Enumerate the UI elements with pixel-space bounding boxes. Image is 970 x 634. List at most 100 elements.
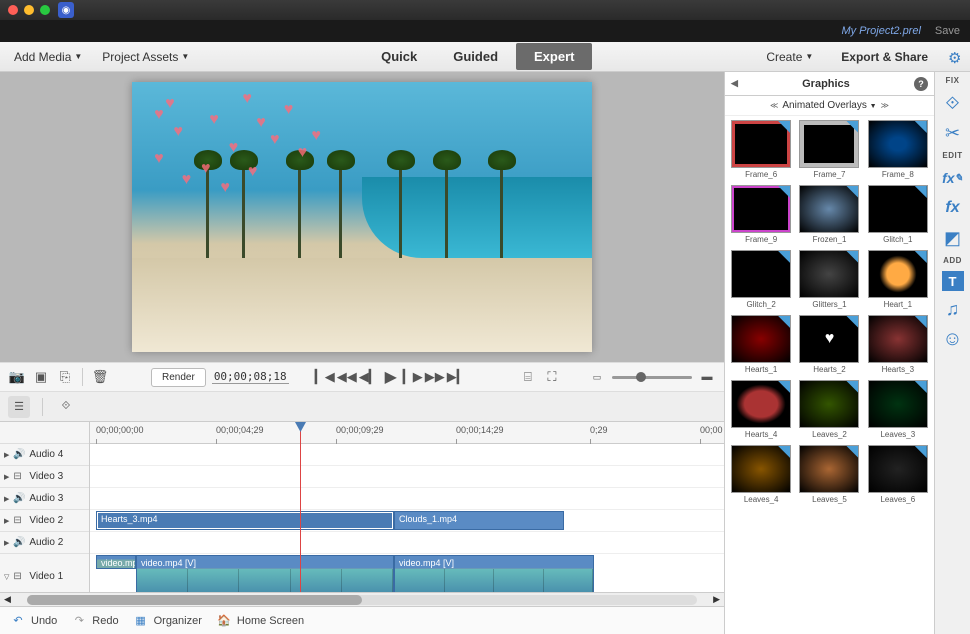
rewind-icon[interactable]: ◀◀ [338, 368, 356, 386]
clip-video-v2[interactable]: video.mp4 [V] [394, 555, 594, 592]
gear-icon[interactable]: ⚙ [948, 49, 964, 65]
go-end-icon[interactable]: ▶▎ [448, 368, 466, 386]
maximize-icon[interactable] [40, 5, 50, 15]
track-video2[interactable]: ▶⊟Video 2 [0, 510, 89, 532]
mode-expert[interactable]: Expert [516, 43, 592, 70]
ffwd-icon[interactable]: ▶▶ [426, 368, 444, 386]
minimize-icon[interactable] [24, 5, 34, 15]
gfx-item-frame_6[interactable]: Frame_6 [729, 120, 793, 183]
gfx-item-frame_9[interactable]: Frame_9 [729, 185, 793, 248]
titles-icon[interactable]: T [942, 271, 964, 291]
cat-prev-icon[interactable]: ≪ [770, 101, 778, 110]
marker-icon[interactable]: ▣ [32, 368, 50, 386]
playhead[interactable] [300, 422, 301, 592]
render-button[interactable]: Render [151, 368, 206, 387]
gfx-thumb [868, 380, 928, 428]
play-icon[interactable]: ▶ [382, 368, 400, 386]
clip-hearts[interactable]: Hearts_3.mp4 [96, 511, 394, 530]
transitions-icon[interactable]: ◩ [941, 226, 965, 250]
tools-icon[interactable]: ✂ [941, 121, 965, 145]
clip-video-a[interactable]: video.mp4 [ [96, 555, 136, 569]
home-screen-button[interactable]: 🏠Home Screen [216, 613, 304, 629]
row-audio2[interactable] [90, 532, 724, 554]
gfx-item-glitch_2[interactable]: Glitch_2 [729, 250, 793, 313]
step-fwd-icon[interactable]: ▎▶ [404, 368, 422, 386]
save-button[interactable]: Save [935, 25, 960, 37]
undo-icon: ↶ [10, 613, 26, 629]
gfx-item-leaves_5[interactable]: Leaves_5 [797, 445, 861, 508]
gfx-item-leaves_6[interactable]: Leaves_6 [866, 445, 930, 508]
organizer-button[interactable]: ▦Organizer [133, 613, 202, 629]
zoom-slider[interactable] [612, 376, 692, 379]
gfx-label: Frame_7 [813, 170, 845, 179]
create-button[interactable]: Create ▼ [758, 46, 821, 68]
clip-clouds[interactable]: Clouds_1.mp4 [394, 511, 564, 530]
row-video1[interactable]: video.mp4 [ video.mp4 [V] video.mp4 [V] [90, 554, 724, 592]
help-icon[interactable]: ? [914, 77, 928, 91]
adjust-icon[interactable]: ⟐ [941, 91, 965, 115]
track-audio2[interactable]: ▶🔊Audio 2 [0, 532, 89, 554]
fx-icon[interactable]: fx [941, 196, 965, 220]
zoom-in-icon[interactable]: ▬ [698, 368, 716, 386]
graphics-icon[interactable]: ☺ [941, 327, 965, 351]
gfx-thumb [799, 250, 859, 298]
track-video1[interactable]: ▽⊟Video 1 [0, 554, 89, 592]
time-ruler[interactable]: 00;00;00;00 00;00;04;29 00;00;09;29 00;0… [90, 422, 724, 444]
gfx-item-leaves_2[interactable]: Leaves_2 [797, 380, 861, 443]
go-start-icon[interactable]: ▎◀ [316, 368, 334, 386]
gfx-item-hearts_2[interactable]: ♥Hearts_2 [797, 315, 861, 378]
fx-edit-icon[interactable]: fx✎ [941, 166, 965, 190]
gfx-item-leaves_4[interactable]: Leaves_4 [729, 445, 793, 508]
gfx-label: Leaves_6 [880, 495, 915, 504]
safe-margin-icon[interactable]: ⌸ [519, 368, 537, 386]
timeline-toolstrip: ☰ ⟐ [0, 392, 724, 422]
row-audio3[interactable] [90, 488, 724, 510]
gfx-item-heart_1[interactable]: Heart_1 [866, 250, 930, 313]
panel-prev-icon[interactable]: ◀ [731, 78, 738, 89]
redo-button[interactable]: ↷Redo [71, 613, 118, 629]
mode-guided[interactable]: Guided [435, 43, 516, 70]
close-icon[interactable] [8, 5, 18, 15]
music-icon[interactable]: ♫ [941, 297, 965, 321]
undo-button[interactable]: ↶Undo [10, 613, 57, 629]
gfx-label: Leaves_2 [812, 430, 847, 439]
track-headers: ▶🔊Audio 4 ▶⊟Video 3 ▶🔊Audio 3 ▶⊟Video 2 … [0, 422, 90, 592]
row-audio4[interactable] [90, 444, 724, 466]
mode-quick[interactable]: Quick [363, 43, 435, 70]
gfx-item-hearts_1[interactable]: Hearts_1 [729, 315, 793, 378]
gfx-item-frozen_1[interactable]: Frozen_1 [797, 185, 861, 248]
camera-icon[interactable]: 📷 [8, 368, 26, 386]
gfx-item-hearts_3[interactable]: Hearts_3 [866, 315, 930, 378]
gfx-label: Frozen_1 [813, 235, 847, 244]
export-share-button[interactable]: Export & Share [833, 46, 936, 68]
timeline-options-icon[interactable]: ☰ [8, 396, 30, 418]
track-audio3[interactable]: ▶🔊Audio 3 [0, 488, 89, 510]
row-video3[interactable] [90, 466, 724, 488]
add-media-button[interactable]: Add Media ▼ [6, 46, 90, 68]
category-dropdown[interactable]: Animated Overlays ▼ [782, 100, 876, 111]
gfx-item-glitters_1[interactable]: Glitters_1 [797, 250, 861, 313]
cat-next-icon[interactable]: ≫ [881, 101, 889, 110]
gfx-item-hearts_4[interactable]: Hearts_4 [729, 380, 793, 443]
fullscreen-icon[interactable]: ⛶ [543, 368, 561, 386]
gfx-item-frame_7[interactable]: Frame_7 [797, 120, 861, 183]
clip-video-v1[interactable]: video.mp4 [V] [136, 555, 394, 592]
track-video3[interactable]: ▶⊟Video 3 [0, 466, 89, 488]
video-preview[interactable]: ♥♥ ♥♥ ♥♥ ♥♥ ♥♥ ♥♥ ♥♥ ♥♥ [132, 82, 592, 352]
gfx-thumb [731, 185, 791, 233]
gfx-item-leaves_3[interactable]: Leaves_3 [866, 380, 930, 443]
step-back-icon[interactable]: ◀▎ [360, 368, 378, 386]
timecode[interactable]: 00;00;08;18 [212, 370, 289, 384]
trash-icon[interactable]: 🗑 [91, 368, 109, 386]
gfx-thumb [868, 315, 928, 363]
gfx-item-glitch_1[interactable]: Glitch_1 [866, 185, 930, 248]
zoom-out-icon[interactable]: ▭ [588, 368, 606, 386]
tools-icon[interactable]: ⎘ [56, 368, 74, 386]
track-audio4[interactable]: ▶🔊Audio 4 [0, 444, 89, 466]
project-assets-button[interactable]: Project Assets ▼ [94, 46, 197, 68]
audio-tool-icon[interactable]: ⟐ [55, 396, 77, 418]
gfx-label: Heart_1 [884, 300, 912, 309]
row-video2[interactable]: Hearts_3.mp4 Clouds_1.mp4 [90, 510, 724, 532]
timeline-hscroll[interactable]: ◀ ▶ [0, 592, 724, 606]
gfx-item-frame_8[interactable]: Frame_8 [866, 120, 930, 183]
